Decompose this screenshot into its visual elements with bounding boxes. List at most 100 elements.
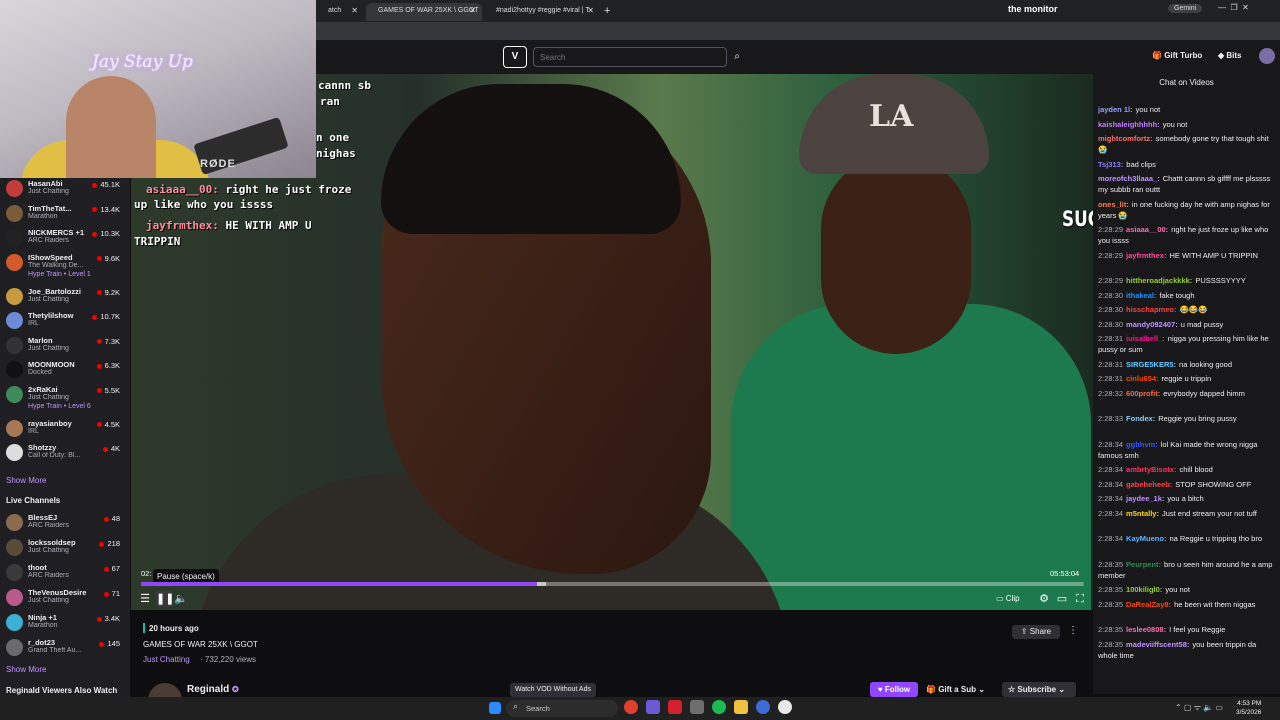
video-category-link[interactable]: Just Chatting: [143, 655, 190, 664]
chapters-icon[interactable]: ☰: [137, 591, 153, 607]
browser-tab-active[interactable]: GAMES OF WAR 25XK \ GGOT ✕: [366, 3, 482, 21]
clip-button[interactable]: ▭ Clip: [996, 591, 1030, 607]
window-controls[interactable]: — ❐ ✕: [1218, 3, 1249, 12]
address-bar[interactable]: [316, 22, 1280, 40]
sidebar-channel[interactable]: HasanAbi Just Chatting 45.1K: [0, 178, 130, 202]
sidebar-channel[interactable]: MOONMOON Docked 6.3K: [0, 359, 130, 383]
theatre-mode-icon[interactable]: ▭: [1054, 591, 1070, 607]
gift-turbo-button[interactable]: 🎁 Gift Turbo: [1152, 51, 1202, 60]
chat-message: 2:28:35 leslee0808: I feel you Reggie: [1098, 624, 1274, 635]
sidebar-channel[interactable]: Shotzzy Call of Duty: Bl... 4K: [0, 442, 130, 466]
app-icon[interactable]: [778, 700, 792, 714]
chat-timestamp: 2:28:32: [1098, 388, 1124, 398]
chat-username[interactable]: KayMueno:: [1126, 534, 1166, 543]
search-icon[interactable]: ⌕: [728, 47, 746, 67]
browser-tab[interactable]: atch ✕: [316, 3, 364, 21]
browser-tab[interactable]: #nadi2hottyy #reggie #viral | T ✕: [484, 3, 600, 21]
folder-icon[interactable]: [734, 700, 748, 714]
avatar: [6, 589, 23, 606]
sidebar-channel[interactable]: Ninja +1 Marathon 3.4K: [0, 612, 130, 636]
close-icon[interactable]: ✕: [469, 3, 476, 19]
chat-username[interactable]: cinlu654:: [1126, 374, 1159, 383]
sidebar-channel[interactable]: r_dot23 Grand Theft Au... 145: [0, 637, 130, 661]
chat-username[interactable]: jaydee_1k:: [1126, 494, 1164, 503]
chat-username[interactable]: hittheroadjackkkk:: [1126, 276, 1192, 285]
sidebar-channel[interactable]: thoot ARC Raiders 67: [0, 562, 130, 586]
app-icon[interactable]: [756, 700, 770, 714]
more-options-icon[interactable]: ⋮: [1068, 625, 1078, 636]
chat-username[interactable]: m5ntally:: [1126, 509, 1159, 518]
twitch-logo-icon[interactable]: V: [503, 46, 527, 68]
channel-name: Marlon: [28, 335, 53, 345]
chat-message: 2:28:35 DaRealZay8: he been wit them nigga…: [1098, 599, 1274, 610]
chat-username[interactable]: jayden 1l:: [1098, 105, 1133, 114]
discord-icon[interactable]: [646, 700, 660, 714]
chat-username[interactable]: moreofch3llaaa_:: [1098, 174, 1160, 183]
sidebar-channel[interactable]: TimTheTat... Marathon 13.4K: [0, 203, 130, 227]
chat-username[interactable]: ggbhvm:: [1126, 440, 1158, 449]
settings-gear-icon[interactable]: ⚙: [1036, 591, 1052, 607]
chat-username[interactable]: ambrtyBisotx:: [1126, 465, 1176, 474]
chat-username[interactable]: kaishaleighhhhh:: [1098, 120, 1160, 129]
windows-start-icon[interactable]: [489, 702, 501, 714]
chat-username[interactable]: jayfrmthex:: [1126, 251, 1166, 260]
close-icon[interactable]: ✕: [351, 3, 358, 19]
sidebar-channel[interactable]: IShowSpeed The Walking De... Hype Train • …: [0, 252, 130, 278]
app-icon[interactable]: [690, 700, 704, 714]
bits-button[interactable]: ◆ Bits: [1218, 51, 1242, 60]
chat-username[interactable]: DaRealZay8:: [1126, 600, 1171, 609]
sidebar-channel[interactable]: Joe_Bartolozzi Just Chatting 9.2K: [0, 286, 130, 310]
volume-icon[interactable]: 🔈: [173, 591, 189, 607]
chat-username[interactable]: mandy092407:: [1126, 320, 1178, 329]
show-more-link[interactable]: Show More: [6, 476, 46, 485]
channel-name[interactable]: Reginald ✪: [187, 684, 239, 695]
share-label: Share: [1029, 627, 1052, 636]
close-icon[interactable]: ✕: [587, 3, 594, 19]
system-tray-icons[interactable]: ⌃ ▢ ᯤ 🔈 ▭: [1175, 702, 1223, 713]
chat-username[interactable]: hisschapmeo:: [1126, 305, 1176, 314]
app-icon[interactable]: [668, 700, 682, 714]
chat-username[interactable]: 600profit:: [1126, 389, 1160, 398]
gemini-button[interactable]: Gemini: [1168, 4, 1203, 13]
spotify-icon[interactable]: [712, 700, 726, 714]
chat-username[interactable]: gabeheheeb:: [1126, 480, 1172, 489]
sidebar-channel[interactable]: rayasianboy IRL 4.5K: [0, 418, 130, 442]
avatar: [6, 180, 23, 197]
seek-bar[interactable]: [141, 582, 1084, 586]
chat-username[interactable]: Tsj313:: [1098, 160, 1123, 169]
chat-username[interactable]: mightcomfortz:: [1098, 134, 1153, 143]
fullscreen-icon[interactable]: ⛶: [1072, 591, 1088, 607]
chat-username[interactable]: SIRGE5KER5:: [1126, 360, 1176, 369]
search-input[interactable]: [533, 47, 727, 67]
sidebar-channel[interactable]: 2xRaKai Just Chatting Hype Train • Level 6…: [0, 384, 130, 410]
new-tab-button[interactable]: +: [604, 3, 620, 21]
avatar[interactable]: [1259, 48, 1275, 64]
chat-username[interactable]: 100kiligl0:: [1126, 585, 1162, 594]
chat-message: 2:28:31 iuisalbell_: nigga you pressing hi…: [1098, 333, 1274, 355]
chat-username[interactable]: ithakeal:: [1126, 291, 1156, 300]
chat-username[interactable]: ones_lit:: [1098, 200, 1129, 209]
taskbar-clock[interactable]: 4:53 PM 3/5/2026: [1236, 699, 1261, 717]
sidebar-channel[interactable]: TheVenusDesire Just Chatting 71: [0, 587, 130, 611]
chat-username[interactable]: leslee0808:: [1126, 625, 1166, 634]
gift-sub-button[interactable]: 🎁 Gift a Sub ⌄: [926, 682, 996, 697]
show-more-link[interactable]: Show More: [6, 665, 46, 674]
chrome-icon[interactable]: [624, 700, 638, 714]
share-button[interactable]: ⇪ Share: [1012, 625, 1060, 639]
sidebar-channel[interactable]: Marlon Just Chatting 7.3K: [0, 335, 130, 359]
sidebar-channel[interactable]: NICKMERCS +1 ARC Raiders 10.3K: [0, 227, 130, 251]
subscribe-button[interactable]: ☆ Subscribe ⌄: [1002, 682, 1076, 697]
sidebar-channel[interactable]: lockssoldsep Just Chatting 218: [0, 537, 130, 561]
sidebar-channel[interactable]: Thetylilshow IRL 10.7K: [0, 310, 130, 334]
chat-username[interactable]: iuisalbell_:: [1126, 334, 1165, 343]
chat-username[interactable]: madeviiffscent58:: [1126, 640, 1189, 649]
sidebar-channel[interactable]: BlessEJ ARC Raiders 48: [0, 512, 130, 536]
chat-username[interactable]: Fondex:: [1126, 414, 1155, 423]
pause-button[interactable]: ❚❚: [156, 591, 174, 607]
taskbar-search[interactable]: Search: [506, 700, 618, 717]
follow-button[interactable]: ♥ Follow: [870, 682, 918, 697]
viewer-count: 7.3K: [97, 337, 120, 346]
chat-username[interactable]: Peurpent:: [1126, 560, 1161, 569]
chat-username[interactable]: asiaaa__00:: [1126, 225, 1168, 234]
watch-vod-without-ads-button[interactable]: Watch VOD Without Ads: [510, 683, 596, 697]
